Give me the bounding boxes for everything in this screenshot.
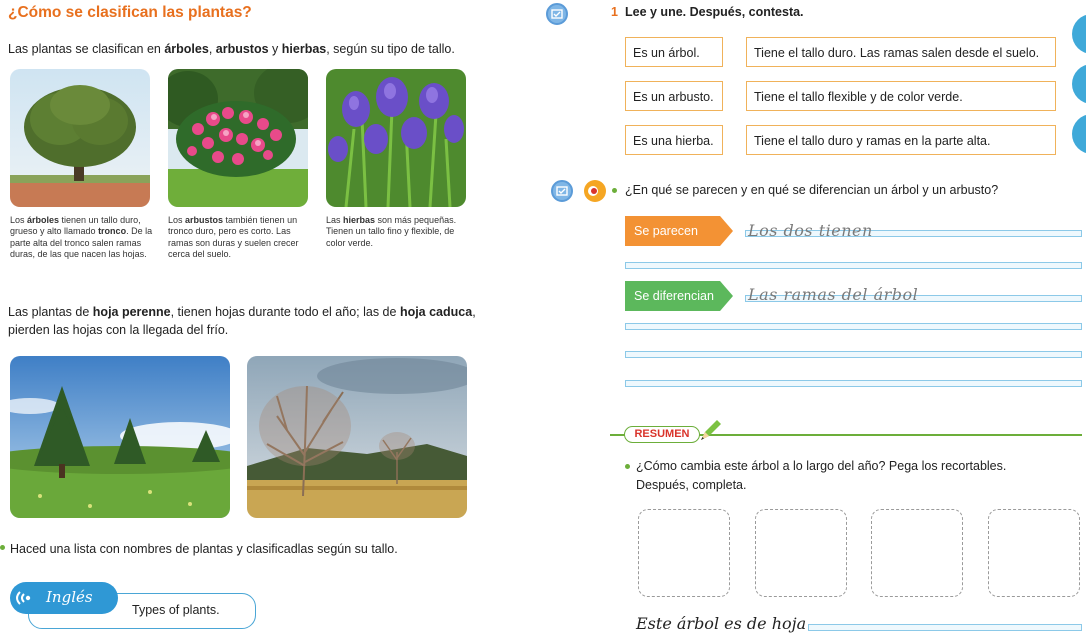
- summary-question-line2: Después, completa.: [636, 478, 747, 492]
- exercise-number: 1: [611, 5, 618, 19]
- herb-photo: [326, 69, 466, 207]
- left-box-herb[interactable]: Es una hierba.: [625, 125, 723, 155]
- bullet-dot-2: [612, 188, 617, 193]
- english-text: Types of plants.: [132, 603, 220, 617]
- evergreen-photo: [10, 356, 230, 518]
- side-tab-3: [1072, 114, 1086, 154]
- side-tab-1: [1072, 14, 1086, 54]
- sticker-slot-1[interactable]: [638, 509, 730, 597]
- english-badge[interactable]: Inglés: [10, 582, 118, 614]
- page-title: ¿Cómo se clasifican las plantas?: [8, 4, 252, 21]
- leaves-paragraph: Las plantas de hoja perenne, tienen hoja…: [8, 305, 476, 337]
- right-box-3[interactable]: Tiene el tallo duro y ramas en la parte …: [746, 125, 1056, 155]
- sticker-slot-4[interactable]: [988, 509, 1080, 597]
- tree-photo: [10, 69, 150, 207]
- deciduous-photo: [247, 356, 467, 518]
- think-icon: [584, 180, 606, 202]
- sticker-slot-2[interactable]: [755, 509, 847, 597]
- right-box-1[interactable]: Tiene el tallo duro. Las ramas salen des…: [746, 37, 1056, 67]
- answer-line-6[interactable]: [625, 380, 1082, 387]
- sticker-slot-3[interactable]: [871, 509, 963, 597]
- answer-line-5[interactable]: [625, 351, 1082, 358]
- differ-handwriting: Las ramas del árbol: [748, 285, 919, 304]
- caption-shrub: Los arbustos también tienen un tronco du…: [168, 215, 299, 260]
- answer-line-2[interactable]: [625, 262, 1082, 269]
- summary-label: RESUMEN: [624, 426, 700, 443]
- left-box-shrub[interactable]: Es un arbusto.: [625, 81, 723, 111]
- similar-handwriting: Los dos tienen: [748, 221, 873, 240]
- audio-wave-icon: [14, 588, 34, 608]
- left-box-tree[interactable]: Es un árbol.: [625, 37, 723, 67]
- differ-label: Se diferencian: [625, 281, 733, 311]
- task-text: Haced una lista con nombres de plantas y…: [10, 542, 398, 556]
- intro-paragraph: Las plantas se clasifican en árboles, ar…: [8, 42, 455, 56]
- bullet-dot-3: [625, 464, 630, 469]
- summary-answer-line[interactable]: [808, 624, 1082, 631]
- similar-label: Se parecen: [625, 216, 733, 246]
- activity-icon-2[interactable]: [551, 180, 573, 202]
- caption-tree: Los árboles tienen un tallo duro, grueso…: [10, 215, 153, 260]
- activity-icon[interactable]: [546, 3, 568, 25]
- summary-closing: Este árbol es de hoja: [636, 614, 807, 633]
- side-tab-2: [1072, 64, 1086, 104]
- exercise-title: Lee y une. Después, contesta.: [625, 5, 804, 19]
- question-text: ¿En qué se parecen y en qué se diferenci…: [625, 183, 999, 197]
- caption-herb: Las hierbas son más pequeñas. Tienen un …: [326, 215, 457, 248]
- bullet-dot: [0, 545, 5, 550]
- shrub-photo: [168, 69, 308, 207]
- pencil-icon: [697, 418, 723, 444]
- right-box-2[interactable]: Tiene el tallo flexible y de color verde…: [746, 81, 1056, 111]
- answer-line-4[interactable]: [625, 323, 1082, 330]
- english-badge-label: Inglés: [46, 588, 93, 606]
- summary-question-line1: ¿Cómo cambia este árbol a lo largo del a…: [636, 459, 1007, 473]
